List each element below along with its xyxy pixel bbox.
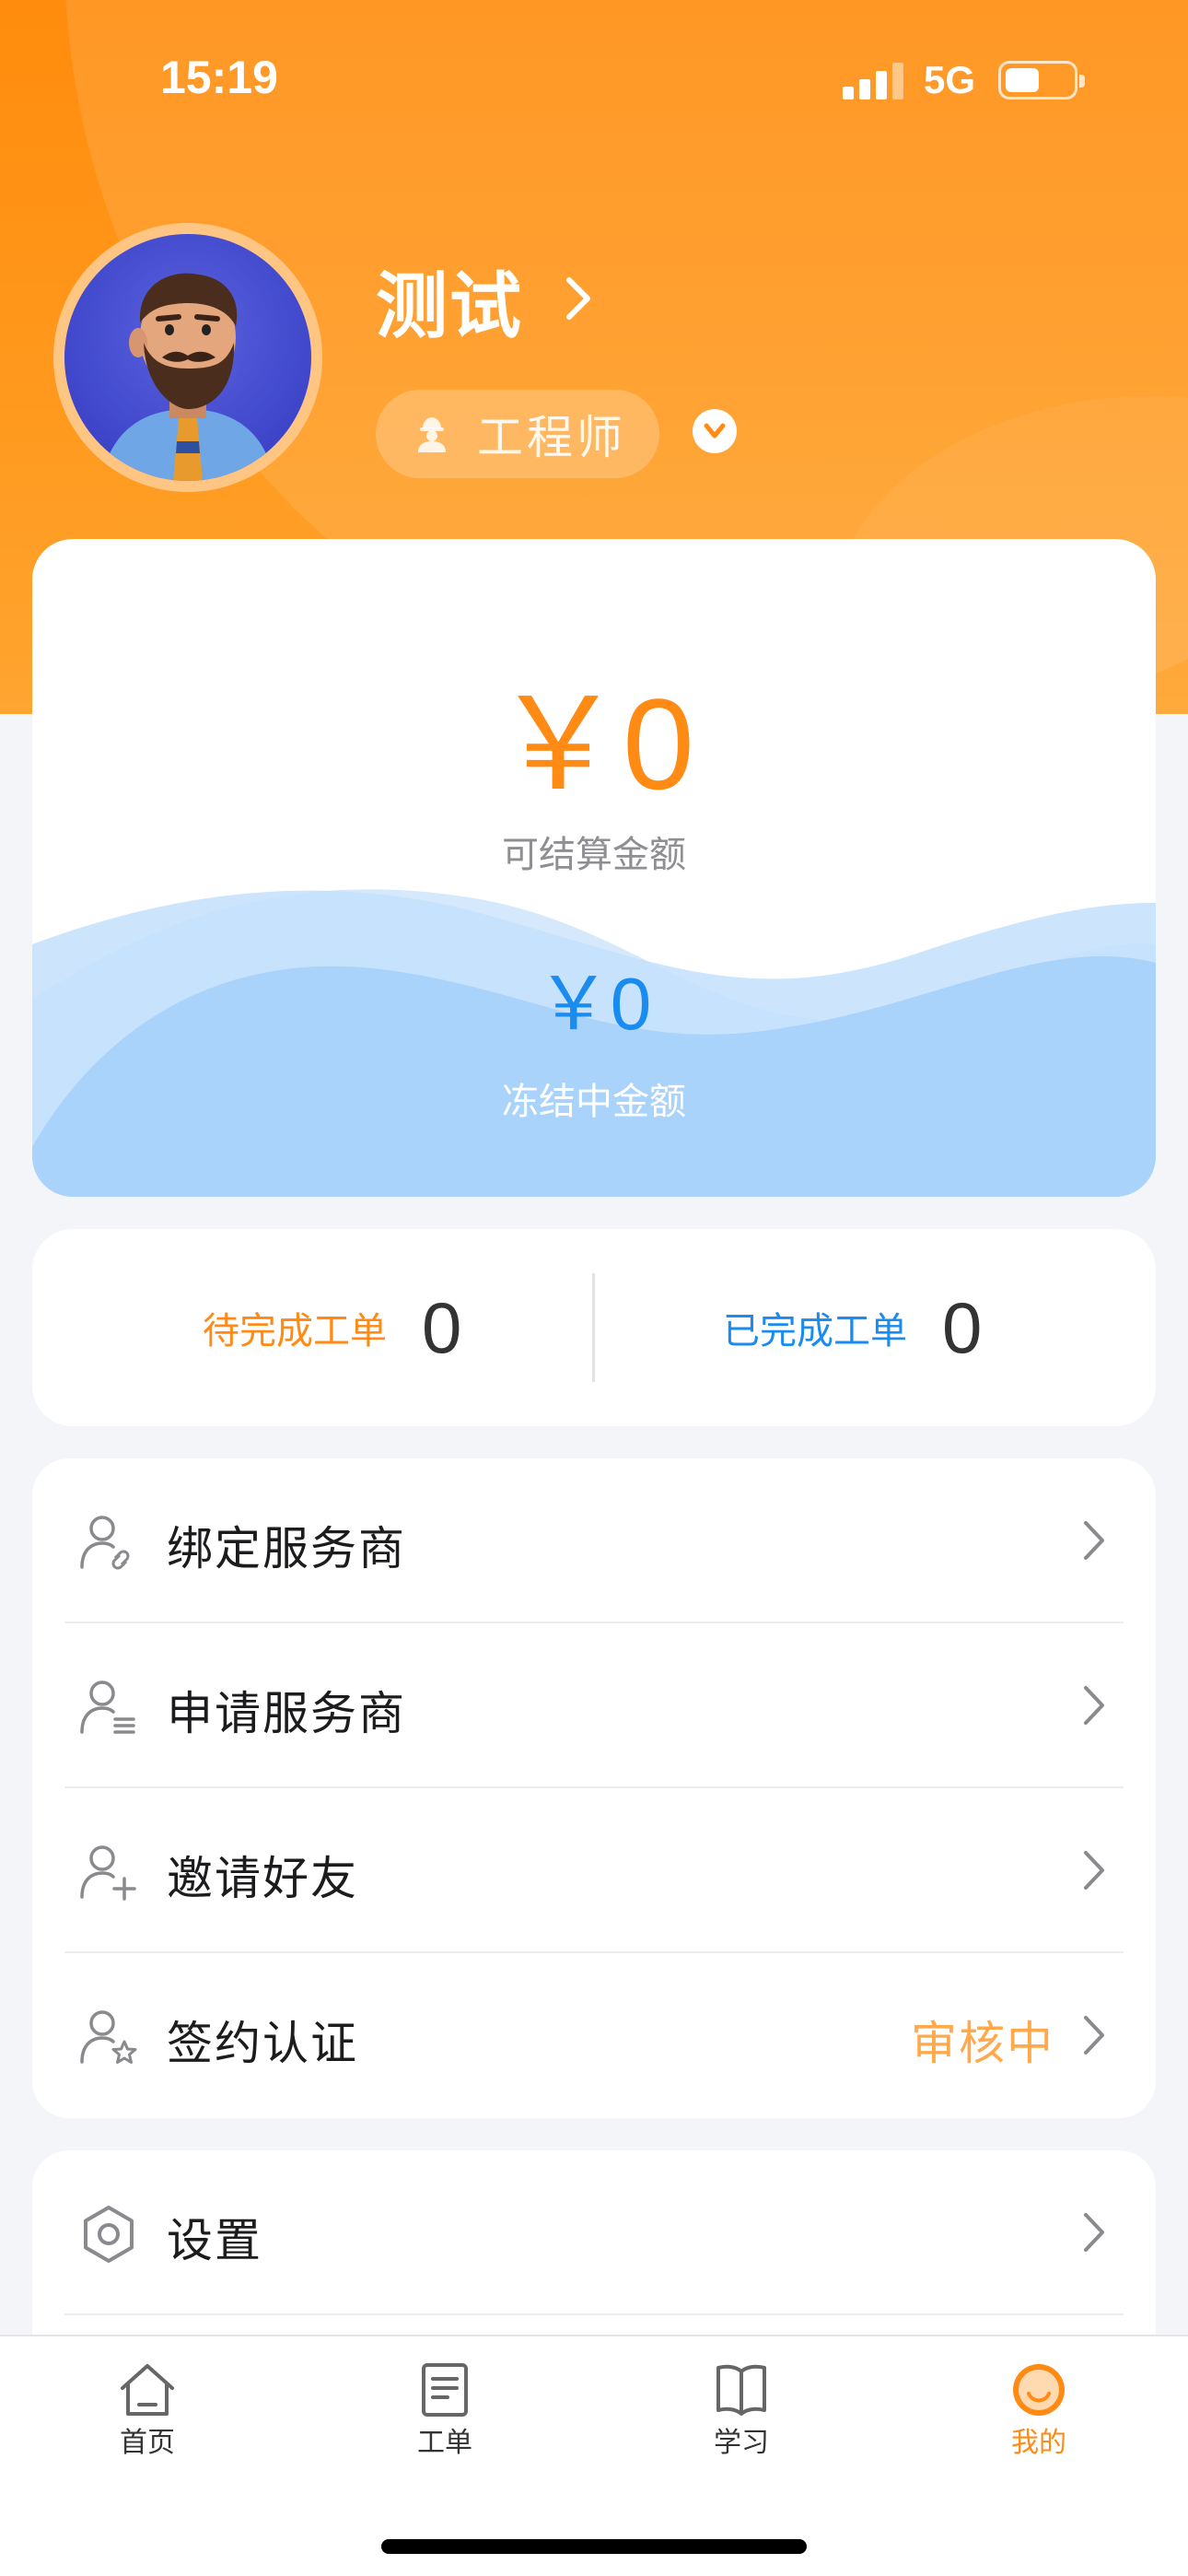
home-icon: [121, 2364, 174, 2416]
menu-item-contract-verification[interactable]: 签约认证 审核中: [32, 1953, 1156, 2118]
menu-item-apply-provider[interactable]: 申请服务商: [32, 1623, 1156, 1788]
tab-orders[interactable]: 工单: [371, 2362, 518, 2464]
menu-item-invite-friends[interactable]: 邀请好友: [32, 1788, 1156, 1953]
avatar[interactable]: [53, 223, 322, 492]
tab-home[interactable]: 首页: [74, 2362, 221, 2464]
completed-orders-label: 已完成工单: [723, 1310, 907, 1352]
user-link-icon: [80, 1516, 130, 1570]
chevron-right-icon: [1084, 2016, 1104, 2055]
completed-orders-count: 0: [942, 1286, 983, 1368]
completed-orders[interactable]: 已完成工单 0: [723, 1229, 982, 1426]
settings-hexagon-icon: [84, 2206, 134, 2263]
cellular-signal-icon: [843, 63, 903, 100]
user-star-icon: [80, 2010, 137, 2064]
menu-item-bind-provider[interactable]: 绑定服务商: [32, 1458, 1156, 1623]
pending-orders-count: 0: [422, 1286, 462, 1368]
role-switch-button[interactable]: [693, 409, 737, 453]
tab-learn[interactable]: 学习: [668, 2362, 815, 2464]
pending-orders[interactable]: 待完成工单 0: [203, 1229, 461, 1426]
settle-amount: ￥0: [494, 672, 694, 816]
menu-item-label: 设置: [167, 2214, 262, 2267]
chevron-right-icon: [1084, 1686, 1104, 1725]
user-add-icon: [80, 1845, 136, 1901]
menu-item-settings[interactable]: 设置: [32, 2150, 1156, 2315]
menu-item-label: 签约认证: [167, 2017, 358, 2070]
chevron-right-icon: [1084, 2213, 1104, 2252]
document-icon: [422, 2363, 468, 2417]
status-time: 15:19: [160, 52, 278, 103]
divider: [592, 1273, 595, 1382]
tab-label: 我的: [1011, 2427, 1066, 2459]
user-name[interactable]: 测试: [376, 249, 523, 352]
menu-item-label: 邀请好友: [167, 1852, 358, 1905]
menu-item-label: 申请服务商: [167, 1687, 406, 1740]
tab-me[interactable]: 我的: [965, 2362, 1112, 2464]
frozen-amount: ￥0: [536, 963, 652, 1045]
book-icon: [716, 2364, 766, 2416]
worker-icon: [418, 417, 446, 452]
tab-label: 学习: [714, 2427, 769, 2459]
network-type: 5G: [924, 58, 976, 101]
chevron-right-icon: [1084, 1851, 1104, 1890]
battery-icon: [998, 61, 1085, 100]
settle-label: 可结算金额: [502, 834, 686, 876]
chevron-right-icon[interactable]: [562, 273, 595, 324]
user-list-icon: [80, 1680, 135, 1734]
menu-card: 绑定服务商 申请服务商 邀请好友 签约认证 审核中: [32, 1458, 1156, 2118]
balance-card: ￥0 可结算金额 ￥0 冻结中金额: [32, 539, 1156, 1197]
order-stats-card: 待完成工单 0 已完成工单 0: [32, 1229, 1156, 1426]
menu-item-label: 绑定服务商: [167, 1522, 406, 1575]
tab-label: 首页: [120, 2427, 175, 2459]
role-label: 工程师: [477, 411, 626, 464]
home-indicator[interactable]: [381, 2539, 807, 2554]
frozen-label: 冻结中金额: [502, 1081, 686, 1123]
profile-face-icon: [1013, 2364, 1065, 2416]
chevron-right-icon: [1084, 1521, 1104, 1560]
chevron-down-icon: [704, 423, 726, 439]
pending-orders-label: 待完成工单: [203, 1310, 387, 1352]
tab-label: 工单: [417, 2427, 472, 2459]
avatar-character-icon: [101, 273, 274, 481]
role-badge[interactable]: 工程师: [376, 390, 659, 478]
divider: [64, 2313, 1124, 2315]
status-badge: 审核中: [911, 2017, 1054, 2070]
